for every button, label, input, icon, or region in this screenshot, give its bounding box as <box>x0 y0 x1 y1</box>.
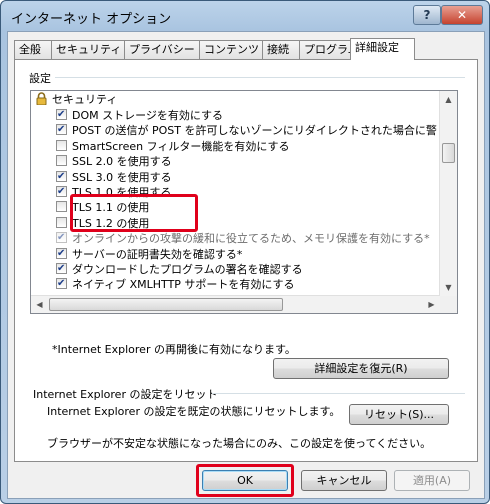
dialog-client: 全般 セキュリティ プライバシー コンテンツ 接続 プログラム 詳細設定 設定 … <box>7 31 485 499</box>
cancel-button[interactable]: キャンセル <box>301 470 387 491</box>
setting-checkbox[interactable] <box>56 107 67 122</box>
setting-label: TLS 1.0 を使用する <box>72 186 172 199</box>
setting-label: ネイティブ XMLHTTP サポートを有効にする <box>72 278 295 292</box>
setting-label: TLS 1.2 の使用 <box>72 216 150 230</box>
settings-group-line <box>55 77 465 78</box>
setting-label: オンラインからの攻撃の緩和に役立てるため、メモリ保護を有効にする* <box>72 232 430 246</box>
restart-note: *Internet Explorer の再開後に有効になります。 <box>52 343 296 356</box>
tab-security[interactable]: セキュリティ <box>51 40 125 59</box>
setting-checkbox[interactable] <box>56 139 67 151</box>
tab-advanced[interactable]: 詳細設定 <box>350 38 415 60</box>
setting-checkbox[interactable] <box>56 184 67 199</box>
setting-checkbox[interactable] <box>56 246 67 261</box>
scroll-left-arrow[interactable]: ◀ <box>31 296 48 313</box>
restore-advanced-button[interactable]: 詳細設定を復元(R) <box>273 358 449 379</box>
reset-group-line <box>212 393 465 394</box>
scroll-up-arrow[interactable]: ▲ <box>440 91 457 108</box>
tab-general[interactable]: 全般 <box>14 40 52 59</box>
vertical-scroll-thumb[interactable] <box>442 143 455 163</box>
setting-checkbox[interactable] <box>56 122 67 137</box>
category-label: セキュリティ <box>52 93 118 106</box>
setting-checkbox[interactable] <box>56 169 67 184</box>
reset-description: Internet Explorer の設定を既定の状態にリセットします。 <box>47 405 341 418</box>
setting-label: サーバーの証明書失効を確認する* <box>72 247 243 261</box>
setting-label: SSL 3.0 を使用する <box>72 170 172 184</box>
reset-warning: ブラウザーが不安定な状態になった場合にのみ、この設定を使ってください。 <box>47 437 432 450</box>
setting-label: ダウンロードしたプログラムの署名を確認する <box>72 263 303 276</box>
reset-group-label: Internet Explorer の設定をリセット <box>33 388 218 401</box>
ok-button[interactable]: OK <box>202 470 288 491</box>
reset-button[interactable]: リセット(S)... <box>349 404 449 425</box>
setting-label: TLS 1.1 の使用 <box>72 201 150 215</box>
lock-icon <box>36 92 47 106</box>
tab-connections[interactable]: 接続 <box>262 40 300 59</box>
setting-checkbox[interactable] <box>56 230 67 245</box>
scroll-corner <box>440 296 457 313</box>
setting-label: SmartScreen フィルター機能を有効にする <box>72 139 290 153</box>
setting-checkbox[interactable] <box>56 276 67 291</box>
tab-content[interactable]: コンテンツ <box>199 40 263 59</box>
vertical-scrollbar[interactable]: ▲ ▼ <box>439 91 457 296</box>
setting-checkbox[interactable] <box>56 261 67 276</box>
apply-button[interactable]: 適用(A) <box>394 470 470 491</box>
horizontal-scrollbar[interactable]: ◀ ▶ <box>31 295 440 313</box>
settings-group-label: 設定 <box>29 72 51 85</box>
setting-checkbox[interactable] <box>56 155 67 167</box>
help-button[interactable]: ? <box>413 5 441 25</box>
setting-checkbox[interactable] <box>56 216 67 228</box>
close-button[interactable]: ✕ <box>441 5 483 25</box>
tab-privacy[interactable]: プライバシー <box>124 40 200 59</box>
setting-label: SSL 2.0 を使用する <box>72 155 172 169</box>
title-bar[interactable]: インターネット オプション ? ✕ <box>1 1 489 31</box>
setting-checkbox[interactable] <box>56 201 67 213</box>
settings-listbox[interactable]: セキュリティ DOM ストレージを有効にする POST の送信が POST を許可… <box>30 90 458 314</box>
advanced-panel: 設定 セキュリティ DOM ストレージを有効にする POST の送信が POST … <box>14 59 478 462</box>
setting-label: POST の送信が POST を許可しないゾーンにリダイレクトされた場合に警 <box>72 124 437 138</box>
setting-label: DOM ストレージを有効にする <box>72 109 224 122</box>
horizontal-scroll-thumb[interactable] <box>49 298 283 311</box>
scroll-down-arrow[interactable]: ▼ <box>440 279 457 296</box>
internet-options-window: インターネット オプション ? ✕ 全般 セキュリティ プライバシー コンテンツ… <box>0 0 490 504</box>
scroll-right-arrow[interactable]: ▶ <box>423 296 440 313</box>
window-title: インターネット オプション <box>11 12 172 27</box>
